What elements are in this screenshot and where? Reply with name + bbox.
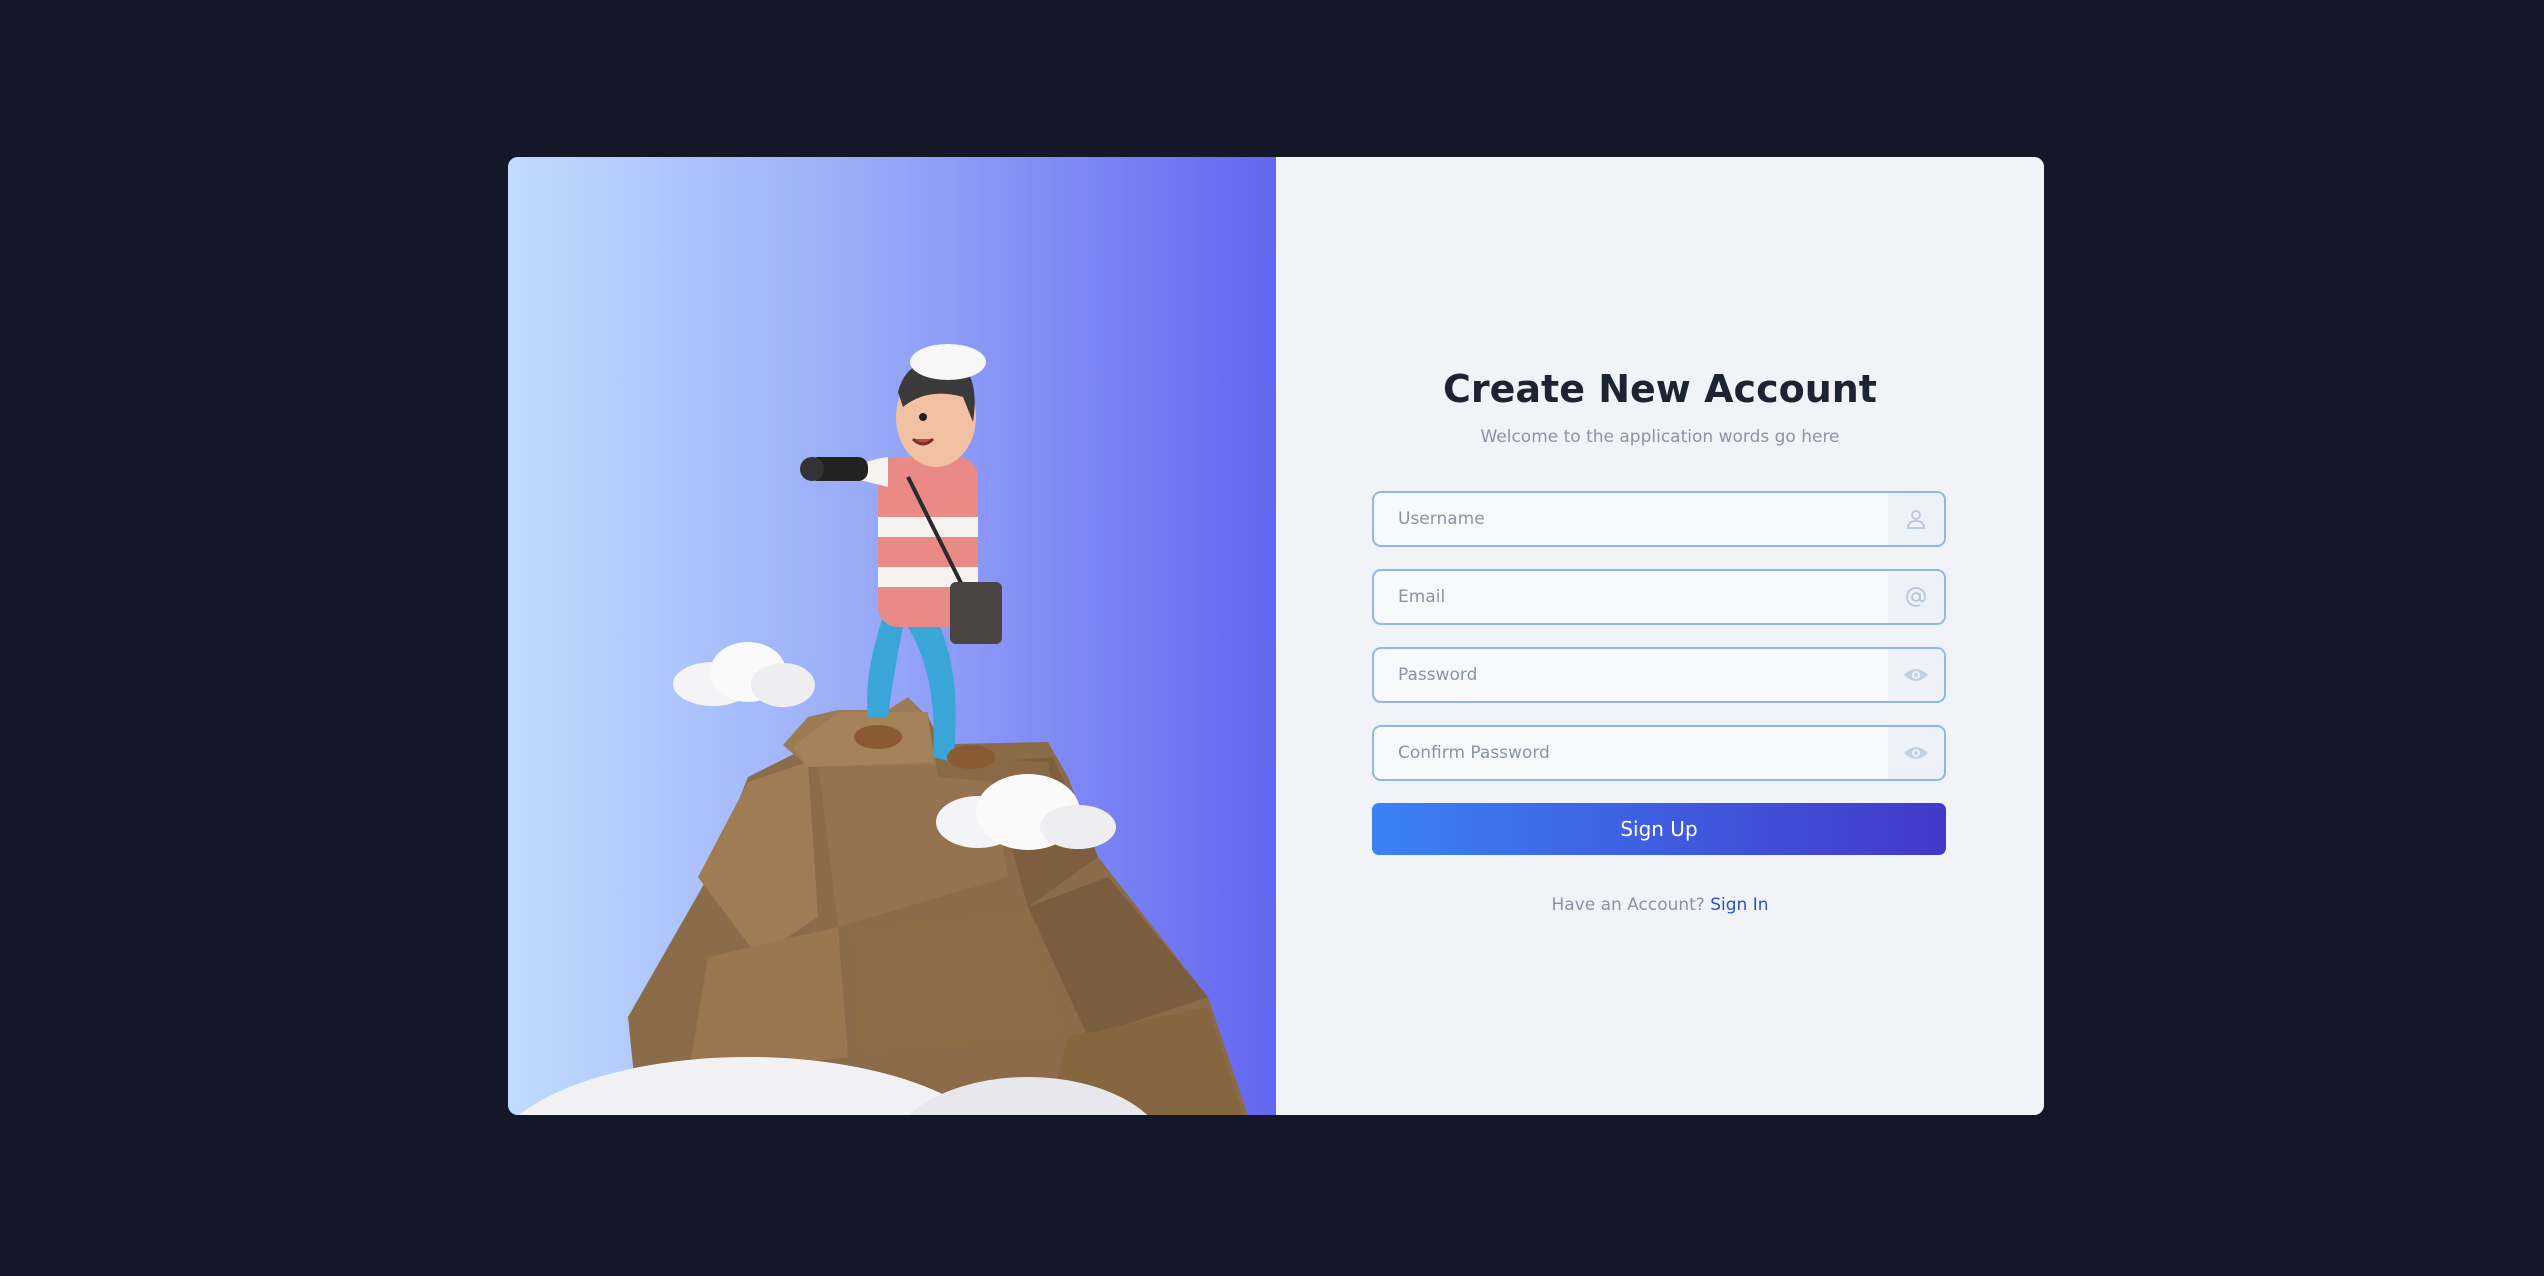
at-icon [1888,571,1944,623]
email-field [1372,569,1946,625]
confirm-password-input[interactable] [1374,727,1888,779]
signin-prompt-text: Have an Account? [1551,895,1705,915]
form-panel: Create New Account Welcome to the applic… [1276,157,2044,1115]
hiker-on-mountain-illustration [518,344,1248,1115]
username-field [1372,491,1946,547]
page-title: Create New Account [1443,367,1877,411]
illustration-panel [508,157,1276,1115]
sign-in-link[interactable]: Sign In [1710,895,1768,915]
eye-icon[interactable] [1888,727,1944,779]
sign-up-button[interactable]: Sign Up [1372,803,1946,855]
eye-icon[interactable] [1888,649,1944,701]
password-input[interactable] [1374,649,1888,701]
signup-card: Create New Account Welcome to the applic… [508,157,2044,1115]
confirm-password-field [1372,725,1946,781]
username-input[interactable] [1374,493,1888,545]
signin-prompt: Have an Account? Sign In [1276,895,2044,915]
password-field [1372,647,1946,703]
email-input[interactable] [1374,571,1888,623]
page-subtitle: Welcome to the application words go here [1480,427,1840,447]
user-icon [1888,493,1944,545]
